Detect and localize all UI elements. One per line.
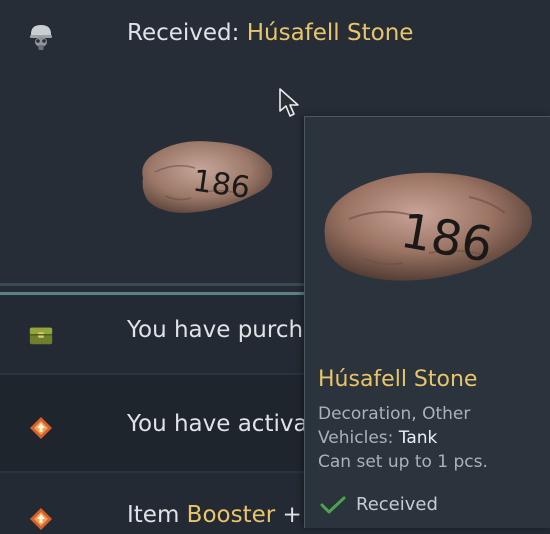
booster-prefix: Item: [127, 502, 180, 528]
activate-message: You have activate: [127, 411, 331, 437]
received-prefix: Received:: [127, 20, 240, 46]
chest-icon: [28, 322, 54, 348]
booster-icon: [28, 415, 54, 441]
checkmark-icon: [320, 496, 346, 513]
item-tooltip: 186 Húsafell Stone Decoration, Other Veh…: [304, 116, 550, 528]
received-message: Received: Húsafell Stone: [127, 20, 413, 46]
tooltip-title: Húsafell Stone: [318, 367, 478, 392]
booster-icon: [28, 506, 54, 532]
mouse-cursor-icon: [279, 88, 299, 117]
husafell-stone-image: 186: [142, 141, 273, 213]
tooltip-vehicles-value: Tank: [398, 428, 438, 448]
tooltip-status: Received: [320, 494, 438, 515]
booster-link[interactable]: Booster: [187, 502, 276, 528]
tooltip-stone-image: 186: [324, 172, 532, 281]
tooltip-limit: Can set up to 1 pcs.: [318, 452, 488, 472]
helmet-gasmask-icon: [28, 24, 54, 50]
booster-message: Item Booster +15: [127, 502, 331, 528]
tooltip-vehicles: Vehicles: Tank: [318, 428, 437, 448]
purchase-message: You have purchas: [127, 317, 330, 343]
tooltip-status-text: Received: [356, 494, 438, 515]
received-item-link[interactable]: Húsafell Stone: [247, 20, 414, 46]
tooltip-category: Decoration, Other: [318, 404, 471, 424]
tooltip-vehicles-label: Vehicles:: [318, 428, 394, 448]
